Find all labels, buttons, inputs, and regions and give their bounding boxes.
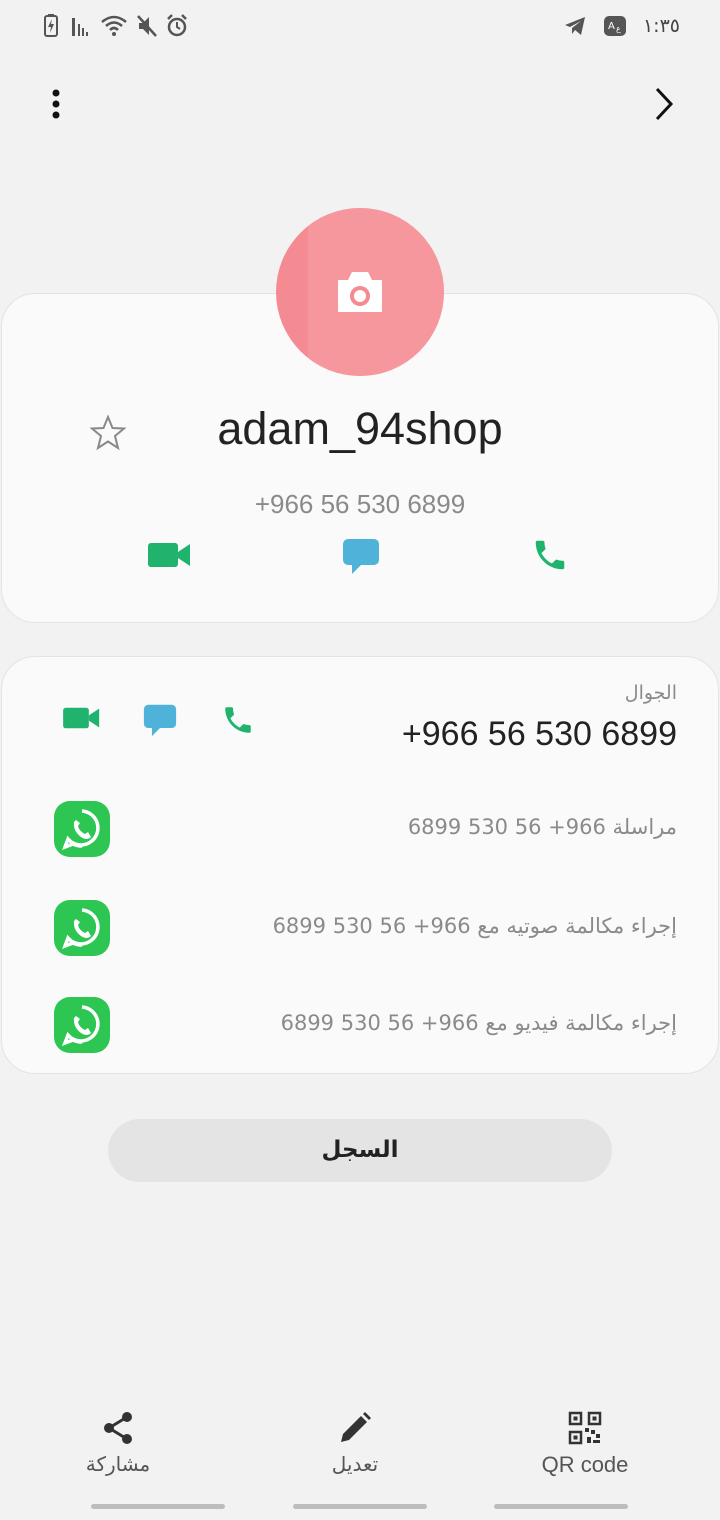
bottom-nav: مشاركة تعديل QR code: [0, 1400, 720, 1520]
row-message-button[interactable]: [142, 702, 178, 738]
whatsapp-video-call-text: إجراء مكالمة فيديو مع 966+ 56 530 6899: [280, 1011, 677, 1035]
status-right-icons: A ع ١:٣٥: [563, 14, 680, 38]
camera-icon: [338, 272, 382, 312]
top-bar: [0, 70, 720, 140]
alarm-icon: [167, 14, 187, 37]
message-icon: [343, 539, 379, 574]
battery-charging-icon: [44, 14, 58, 37]
share-icon: [104, 1412, 132, 1444]
history-log-button[interactable]: السجل: [108, 1119, 612, 1182]
whatsapp-voice-call-text: إجراء مكالمة صوتيه مع 966+ 56 530 6899: [272, 914, 677, 938]
row-voice-call-button[interactable]: [218, 700, 258, 740]
whatsapp-message-text: مراسلة 966+ 56 530 6899: [407, 815, 677, 839]
message-button[interactable]: [340, 535, 382, 577]
qr-code-icon: [568, 1411, 602, 1445]
edit-button[interactable]: تعديل: [275, 1400, 435, 1476]
qr-code-button[interactable]: QR code: [505, 1400, 665, 1478]
qr-code-label: QR code: [541, 1452, 629, 1477]
video-icon: [63, 707, 100, 729]
video-call-button[interactable]: [146, 535, 194, 575]
status-bar: A ع ١:٣٥: [0, 0, 720, 56]
forward-button[interactable]: [644, 82, 684, 126]
share-label: مشاركة: [85, 1452, 151, 1476]
mobile-label: الجوال: [624, 682, 677, 704]
edit-label: تعديل: [331, 1452, 379, 1476]
whatsapp-icon: [54, 997, 110, 1053]
nav-indicator: [494, 1504, 628, 1509]
contact-phone: +966 56 530 6899: [254, 489, 466, 519]
whatsapp-video-call-row[interactable]: إجراء مكالمة فيديو مع 966+ 56 530 6899: [0, 997, 720, 1057]
share-button[interactable]: مشاركة: [38, 1400, 198, 1476]
mobile-number[interactable]: +966 56 530 6899: [402, 715, 677, 754]
pencil-icon: [341, 1412, 371, 1442]
voice-call-button[interactable]: [528, 533, 572, 577]
mute-icon: [137, 15, 157, 37]
avatar[interactable]: [276, 208, 444, 376]
more-options-button[interactable]: [36, 82, 76, 126]
status-left-icons: [40, 14, 188, 38]
translate-icon: A ع: [603, 16, 626, 36]
row-video-call-button[interactable]: [62, 702, 102, 734]
svg-text:A: A: [608, 21, 615, 32]
signal-icon: [72, 18, 88, 36]
nav-indicator: [91, 1504, 225, 1509]
message-icon: [143, 704, 177, 737]
whatsapp-icon: [54, 801, 110, 857]
whatsapp-voice-call-row[interactable]: إجراء مكالمة صوتيه مع 966+ 56 530 6899: [0, 900, 720, 960]
nav-indicator: [293, 1504, 427, 1509]
telegram-icon: [564, 17, 585, 35]
whatsapp-icon: [54, 900, 110, 956]
clock: ١:٣٥: [642, 15, 680, 37]
svg-text:ع: ع: [616, 24, 621, 33]
more-vertical-icon: [52, 89, 60, 119]
whatsapp-message-row[interactable]: مراسلة 966+ 56 530 6899: [0, 801, 720, 861]
wifi-icon: [101, 15, 127, 36]
chevron-right-icon: [655, 87, 674, 121]
phone-icon: [225, 707, 251, 733]
contact-name: adam_94shop: [217, 403, 503, 454]
phone-icon: [535, 540, 565, 570]
video-icon: [148, 543, 190, 567]
